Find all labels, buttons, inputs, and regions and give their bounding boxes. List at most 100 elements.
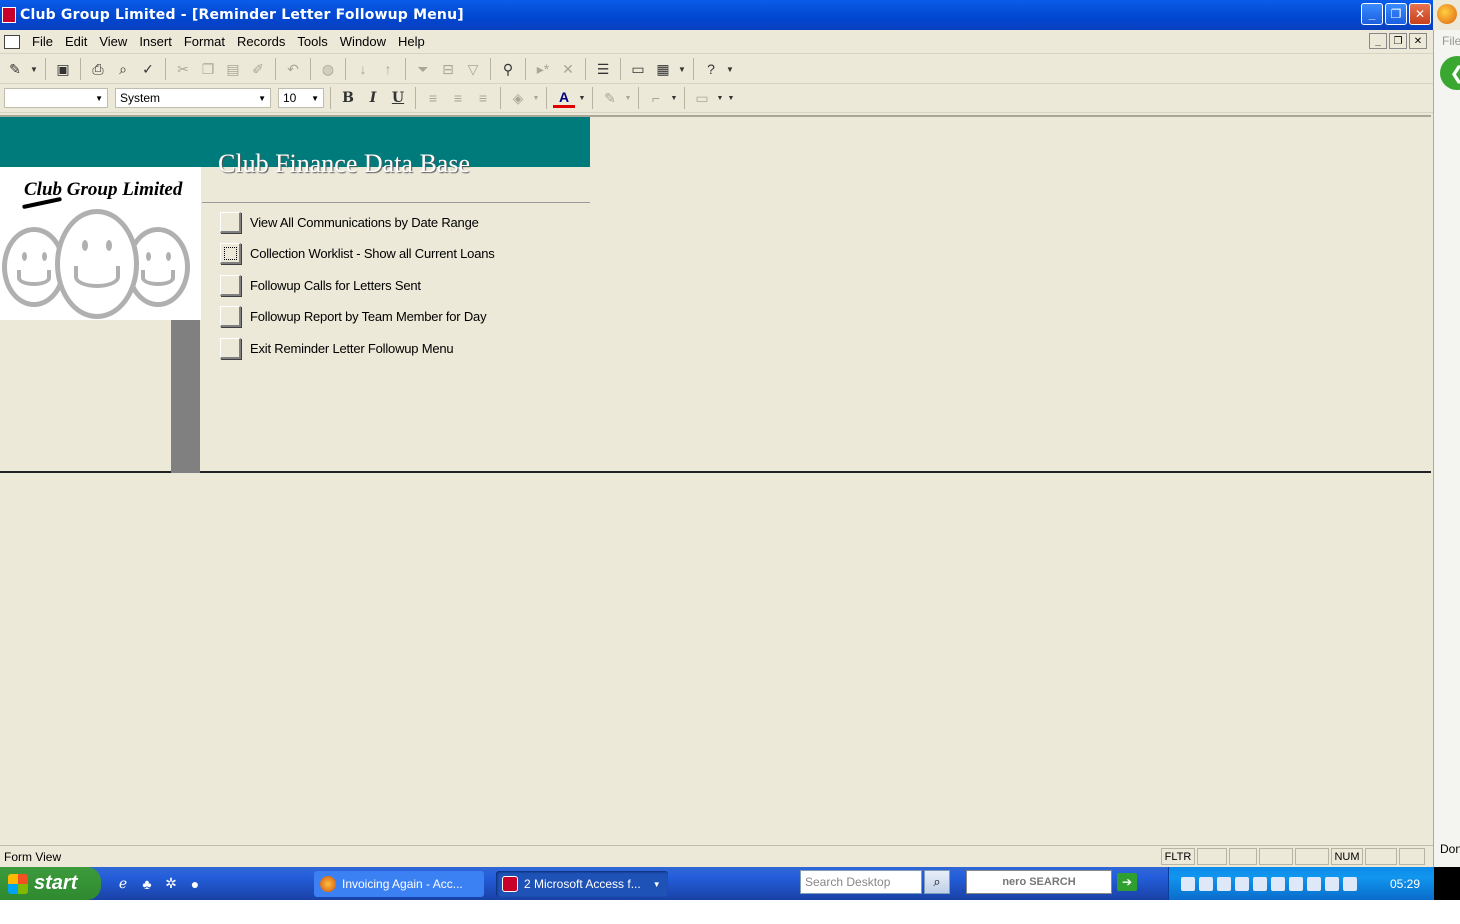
special-effect-dropdown-icon[interactable]: ▼ [716, 87, 724, 109]
toolbar-options-icon[interactable]: ▼ [725, 58, 735, 80]
access-app-icon[interactable] [2, 7, 16, 23]
network-icon[interactable]: ✲ [163, 875, 179, 892]
browser-file-menu[interactable]: File [1442, 34, 1460, 48]
option-button[interactable] [220, 274, 241, 296]
font-size-combo[interactable]: 10 ▼ [278, 88, 324, 108]
desktop-search-input[interactable]: Search Desktop [800, 870, 922, 894]
tray-app-icon[interactable] [1343, 876, 1357, 891]
option-label[interactable]: Followup Report by Team Member for Day [250, 309, 487, 324]
menu-records[interactable]: Records [231, 32, 291, 52]
align-left-icon[interactable]: ≡ [422, 87, 444, 109]
form-document-icon[interactable] [4, 34, 20, 49]
option-label[interactable]: Collection Worklist - Show all Current L… [250, 246, 495, 261]
format-painter-icon[interactable]: ✐ [247, 58, 269, 80]
line-color-icon[interactable]: ✎ [599, 87, 621, 109]
tray-app-icon[interactable] [1307, 876, 1321, 891]
option-followup-calls[interactable]: Followup Calls for Letters Sent [220, 274, 421, 296]
special-effect-icon[interactable]: ▭ [691, 87, 713, 109]
undo-icon[interactable]: ↶ [282, 58, 304, 80]
internet-explorer-icon[interactable]: ℯ [115, 875, 131, 892]
tray-app-icon[interactable] [1289, 876, 1303, 891]
tray-search-icon[interactable] [1181, 876, 1195, 891]
option-exit-menu[interactable]: Exit Reminder Letter Followup Menu [220, 337, 454, 359]
back-arrow-icon[interactable]: ❮ [1440, 56, 1460, 90]
taskbar-item-invoicing[interactable]: Invoicing Again - Acc... [314, 871, 484, 897]
print-preview-icon[interactable]: ⌕ [112, 58, 134, 80]
option-followup-report[interactable]: Followup Report by Team Member for Day [220, 305, 487, 327]
copy-icon[interactable]: ❐ [197, 58, 219, 80]
font-color-icon[interactable]: A [553, 88, 575, 108]
align-center-icon[interactable]: ≡ [447, 87, 469, 109]
font-name-combo[interactable]: System ▼ [115, 88, 271, 108]
nero-search-box[interactable]: nero SEARCH [966, 870, 1112, 894]
doc-close-button[interactable]: ✕ [1409, 33, 1427, 49]
option-label[interactable]: Exit Reminder Letter Followup Menu [250, 341, 454, 356]
taskbar-item-access[interactable]: 2 Microsoft Access f... ▼ [496, 871, 668, 897]
spelling-icon[interactable]: ✓ [137, 58, 159, 80]
italic-button[interactable]: I [362, 87, 384, 109]
font-color-dropdown-icon[interactable]: ▼ [578, 87, 586, 109]
close-button[interactable]: ✕ [1409, 3, 1431, 25]
database-window-icon[interactable]: ▭ [627, 58, 649, 80]
option-label[interactable]: View All Communications by Date Range [250, 215, 479, 230]
volume-icon[interactable] [1199, 876, 1213, 891]
properties-icon[interactable]: ☰ [592, 58, 614, 80]
doc-minimize-button[interactable]: _ [1369, 33, 1387, 49]
option-button[interactable] [220, 242, 241, 264]
menu-edit[interactable]: Edit [59, 32, 93, 52]
background-browser-window[interactable]: File ❮ Don [1433, 30, 1460, 867]
object-combo[interactable]: ▼ [4, 88, 108, 108]
new-record-icon[interactable]: ▸* [532, 58, 554, 80]
menu-view[interactable]: View [93, 32, 133, 52]
firefox-icon[interactable] [1437, 4, 1457, 24]
cut-icon[interactable]: ✂ [172, 58, 194, 80]
restore-button[interactable]: ❐ [1385, 3, 1407, 25]
help-icon[interactable]: ? [700, 58, 722, 80]
print-icon[interactable]: ⎙ [87, 58, 109, 80]
option-button[interactable] [220, 211, 241, 233]
sort-descending-icon[interactable]: ↑ [377, 58, 399, 80]
save-icon[interactable]: ▣ [52, 58, 74, 80]
tray-app-icon[interactable] [1217, 876, 1231, 891]
go-arrow-icon[interactable]: ➔ [1117, 873, 1137, 891]
bold-button[interactable]: B [337, 87, 359, 109]
menu-window[interactable]: Window [334, 32, 392, 52]
line-width-dropdown-icon[interactable]: ▼ [670, 87, 678, 109]
option-button[interactable] [220, 305, 241, 327]
sort-ascending-icon[interactable]: ↓ [352, 58, 374, 80]
view-icon[interactable]: ✎ [4, 58, 26, 80]
align-right-icon[interactable]: ≡ [472, 87, 494, 109]
minimize-button[interactable]: _ [1361, 3, 1383, 25]
line-color-dropdown-icon[interactable]: ▼ [624, 87, 632, 109]
fill-color-dropdown-icon[interactable]: ▼ [532, 87, 540, 109]
search-icon[interactable]: ⌕ [924, 870, 950, 894]
tray-app-icon[interactable] [1235, 876, 1249, 891]
menu-format[interactable]: Format [178, 32, 231, 52]
option-button[interactable] [220, 337, 241, 359]
tray-app-icon[interactable] [1325, 876, 1339, 891]
hyperlink-icon[interactable]: ◍ [317, 58, 339, 80]
doc-restore-button[interactable]: ❐ [1389, 33, 1407, 49]
apply-filter-icon[interactable]: ▽ [462, 58, 484, 80]
menu-file[interactable]: File [26, 32, 59, 52]
find-icon[interactable]: ⚲ [497, 58, 519, 80]
filter-by-form-icon[interactable]: ⊟ [437, 58, 459, 80]
tray-app-icon[interactable] [1253, 876, 1267, 891]
tray-app-icon[interactable] [1271, 876, 1285, 891]
option-collection-worklist[interactable]: Collection Worklist - Show all Current L… [220, 242, 495, 264]
option-label[interactable]: Followup Calls for Letters Sent [250, 278, 421, 293]
new-object-dropdown-icon[interactable]: ▼ [677, 58, 687, 80]
delete-record-icon[interactable]: ✕ [557, 58, 579, 80]
fill-color-icon[interactable]: ◈ [507, 87, 529, 109]
underline-button[interactable]: U [387, 87, 409, 109]
filter-by-selection-icon[interactable]: ⏷ [412, 58, 434, 80]
menu-help[interactable]: Help [392, 32, 431, 52]
view-dropdown-icon[interactable]: ▼ [29, 58, 39, 80]
media-player-icon[interactable]: ● [187, 876, 203, 892]
line-width-icon[interactable]: ⌐ [645, 87, 667, 109]
menu-tools[interactable]: Tools [291, 32, 333, 52]
new-object-icon[interactable]: ▦ [652, 58, 674, 80]
option-view-communications[interactable]: View All Communications by Date Range [220, 211, 479, 233]
start-button[interactable]: start [0, 867, 101, 900]
toolbar-options-icon[interactable]: ▼ [727, 87, 735, 109]
